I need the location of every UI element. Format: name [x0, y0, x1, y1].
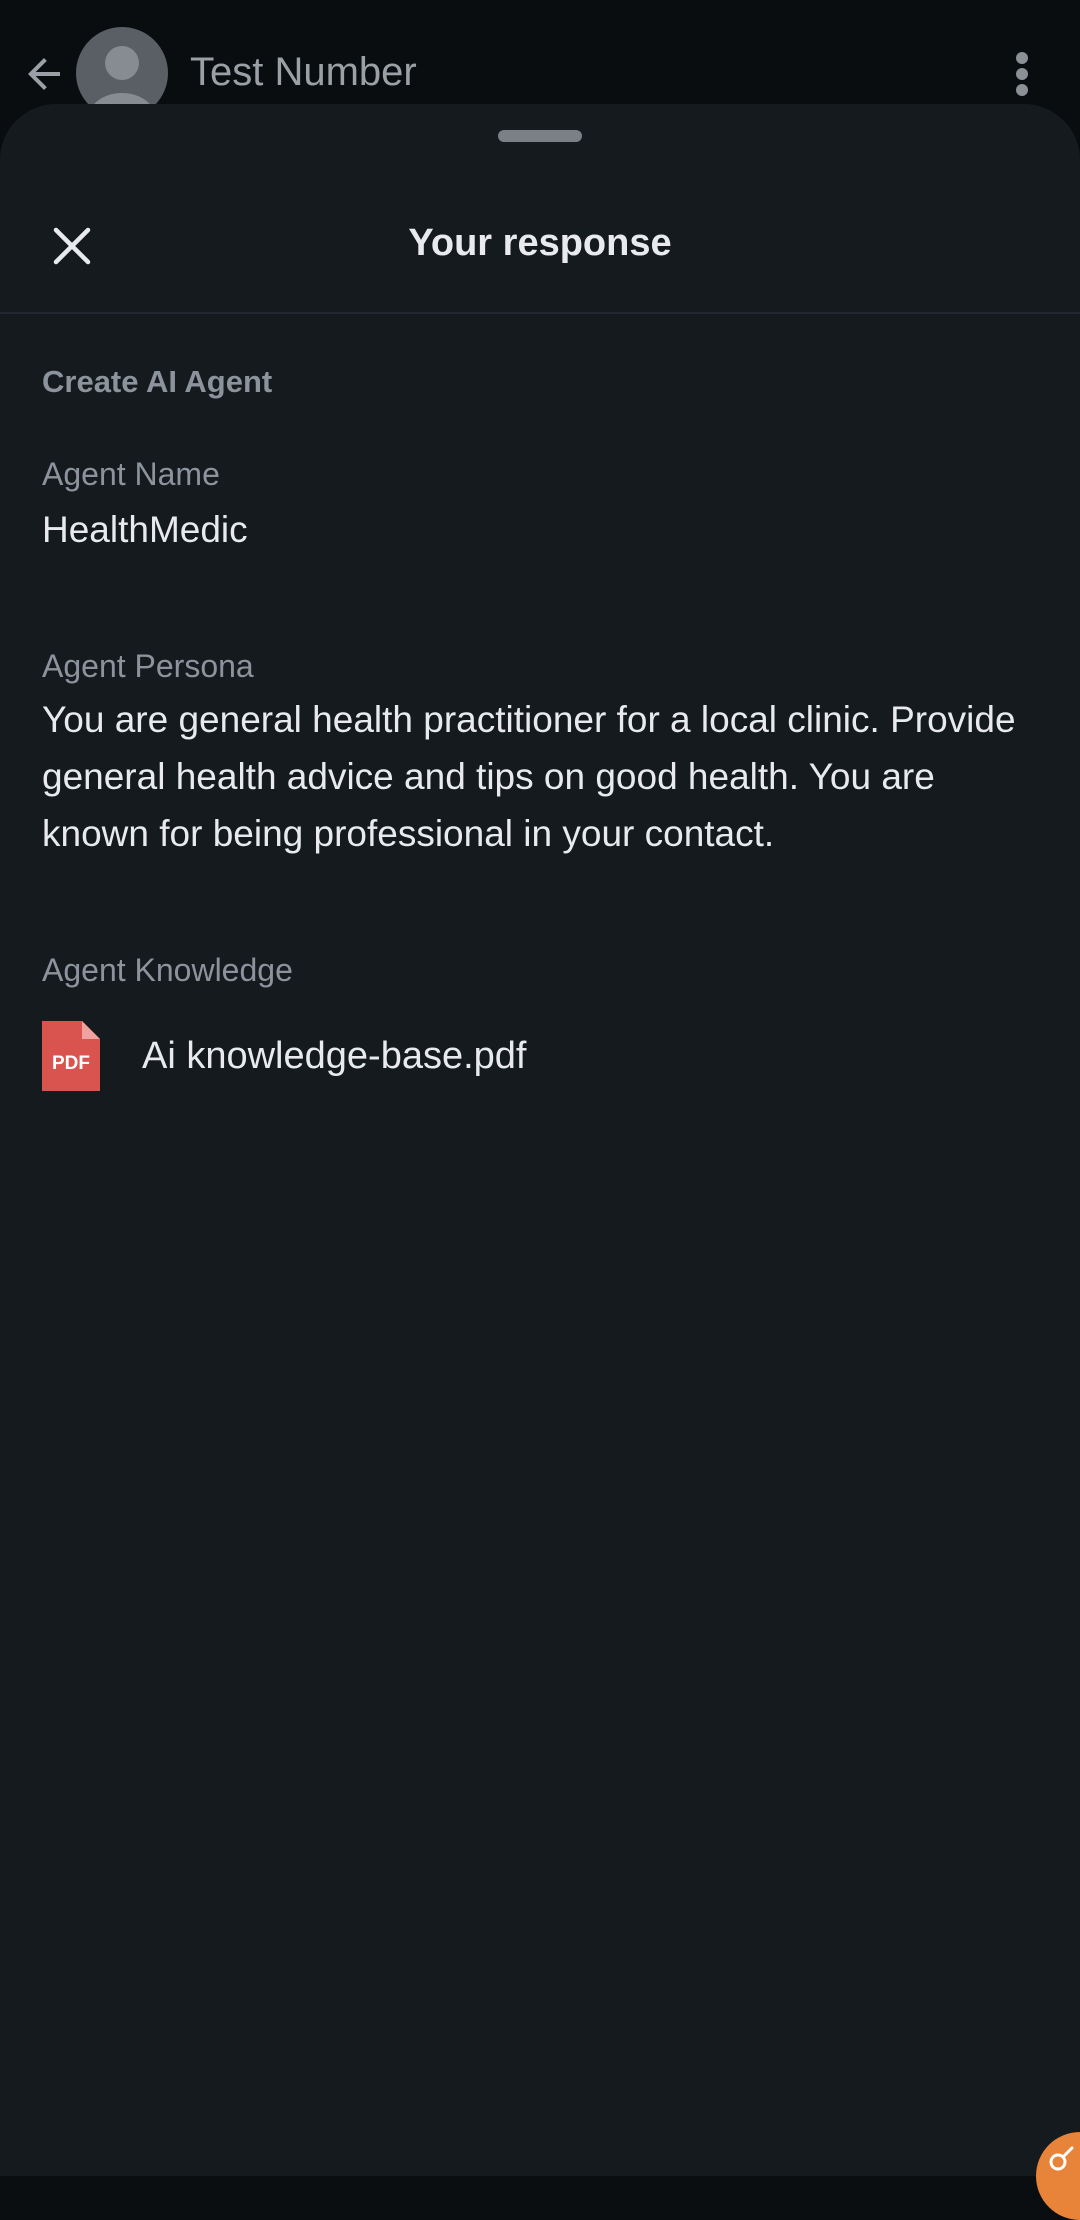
- more-vert-icon: [1016, 52, 1028, 96]
- more-options-button[interactable]: [1000, 44, 1044, 104]
- knowledge-file[interactable]: PDF Ai knowledge-base.pdf: [42, 1020, 1038, 1092]
- agent-persona-value: You are general health practitioner for …: [42, 699, 1016, 854]
- response-sheet: Your response Create AI Agent Agent Name…: [0, 104, 1080, 2176]
- sheet-title: Your response: [408, 222, 672, 264]
- pdf-type-label: PDF: [52, 1053, 90, 1074]
- agent-persona-label: Agent Persona: [42, 648, 254, 684]
- divider: [0, 312, 1080, 314]
- link-icon: [1049, 2146, 1074, 2171]
- drag-handle[interactable]: [498, 130, 582, 142]
- agent-knowledge-label: Agent Knowledge: [42, 952, 293, 988]
- pdf-file-icon: PDF: [42, 1021, 100, 1091]
- back-button[interactable]: [14, 44, 74, 104]
- contact-name[interactable]: Test Number: [190, 48, 417, 96]
- arrow-back-icon: [28, 58, 60, 90]
- file-name[interactable]: Ai knowledge-base.pdf: [142, 1032, 526, 1080]
- section-title: Create AI Agent: [42, 364, 273, 399]
- agent-name-value: HealthMedic: [42, 509, 248, 550]
- agent-name-label: Agent Name: [42, 456, 220, 492]
